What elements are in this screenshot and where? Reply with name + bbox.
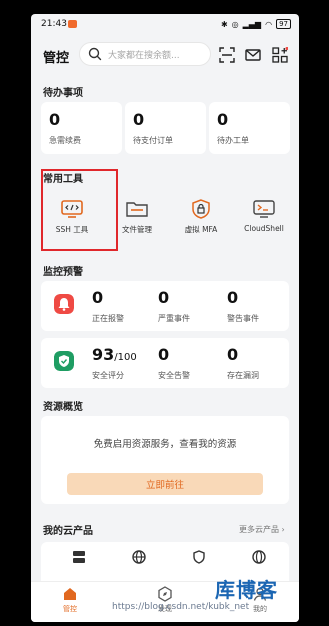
todo-count: 0 [49,110,61,129]
todo-label: 待办工单 [217,136,249,145]
shield-lock-icon [192,199,210,219]
folder-icon [126,202,148,217]
todo-card-tickets[interactable]: 0 待办工单 [209,102,290,154]
security-alert-label: 安全告警 [158,371,190,380]
todo-count: 0 [133,110,145,129]
todo-count: 0 [217,110,229,129]
add-widget-icon[interactable] [272,47,288,63]
status-time: 21:43 [41,19,67,29]
compass-icon [158,586,172,602]
security-shield-icon [54,351,74,371]
scan-icon[interactable] [219,47,235,63]
warning-label: 警告事件 [227,314,259,323]
wifi-icon: ◠ [265,19,273,29]
search-input[interactable]: 大家都在搜余额... [79,42,211,66]
security-score-label: 安全评分 [92,371,124,380]
tool-label: CloudShell [244,224,284,233]
alarm-count: 0 [92,288,104,307]
mail-icon[interactable] [245,47,261,63]
security-card[interactable]: 93/100 安全评分 0 安全告警 0 存在漏洞 [41,338,289,388]
todo-title: 待办事项 [43,88,83,99]
products-title: 我的云产品 [43,526,93,537]
alarm-bell-icon [54,294,74,314]
resources-text: 免费启用资源服务，查看我的资源 [93,439,237,450]
page-title: 管控 [43,51,70,66]
cloudshell-icon [253,200,275,218]
warning-count: 0 [227,288,239,307]
home-icon [64,588,76,600]
globe-icon [132,550,146,564]
severe-count: 0 [158,288,170,307]
todo-label: 待支付订单 [133,136,173,145]
vulnerability-count: 0 [227,345,239,364]
todo-card-unpaid-orders[interactable]: 0 待支付订单 [125,102,206,154]
header: 管控 大家都在搜余额... [31,38,299,72]
security-alert-count: 0 [158,345,170,364]
watermark-brand: 库博客 [215,578,278,602]
more-products-link[interactable]: 更多云产品 › [239,524,285,535]
search-icon [88,47,102,61]
tab-manage[interactable]: 管控 [45,586,95,614]
tool-label: 虚拟 MFA [184,225,218,234]
security-score: 93/100 [92,345,137,364]
globe-icon [252,550,266,564]
todo-label: 急需续费 [49,136,81,145]
battery-icon: 97 [276,19,291,29]
alarm-icon: ◎ [231,19,239,29]
resources-title: 资源概览 [43,402,83,413]
bluetooth-icon: ✱ [220,19,228,29]
highlight-box [41,169,118,251]
search-placeholder: 大家都在搜余额... [108,50,180,61]
phone-screen: 21:43 ✱ ◎ ▂▄▆ ◠ 97 管控 大家都在搜余额... 待办事项 0 … [31,14,299,622]
server-icon [73,551,85,563]
monitor-title: 监控预警 [43,267,83,278]
vulnerability-label: 存在漏洞 [227,371,259,380]
status-bar: 21:43 ✱ ◎ ▂▄▆ ◠ 97 [31,14,299,36]
notification-app-icon [68,20,77,28]
severe-label: 严重事件 [158,314,190,323]
go-now-button[interactable]: 立即前往 [67,473,263,495]
status-icons: ✱ ◎ ▂▄▆ ◠ 97 [221,19,291,29]
todo-card-renew[interactable]: 0 急需续费 [41,102,122,154]
signal-icon: ▂▄▆ [242,19,262,29]
alarm-card[interactable]: 0 正在报警 0 严重事件 0 警告事件 [41,281,289,331]
watermark-url: https://blog.csdn.net/kubk_net [112,602,250,612]
shield-icon [193,550,205,564]
alarm-label: 正在报警 [92,314,124,323]
